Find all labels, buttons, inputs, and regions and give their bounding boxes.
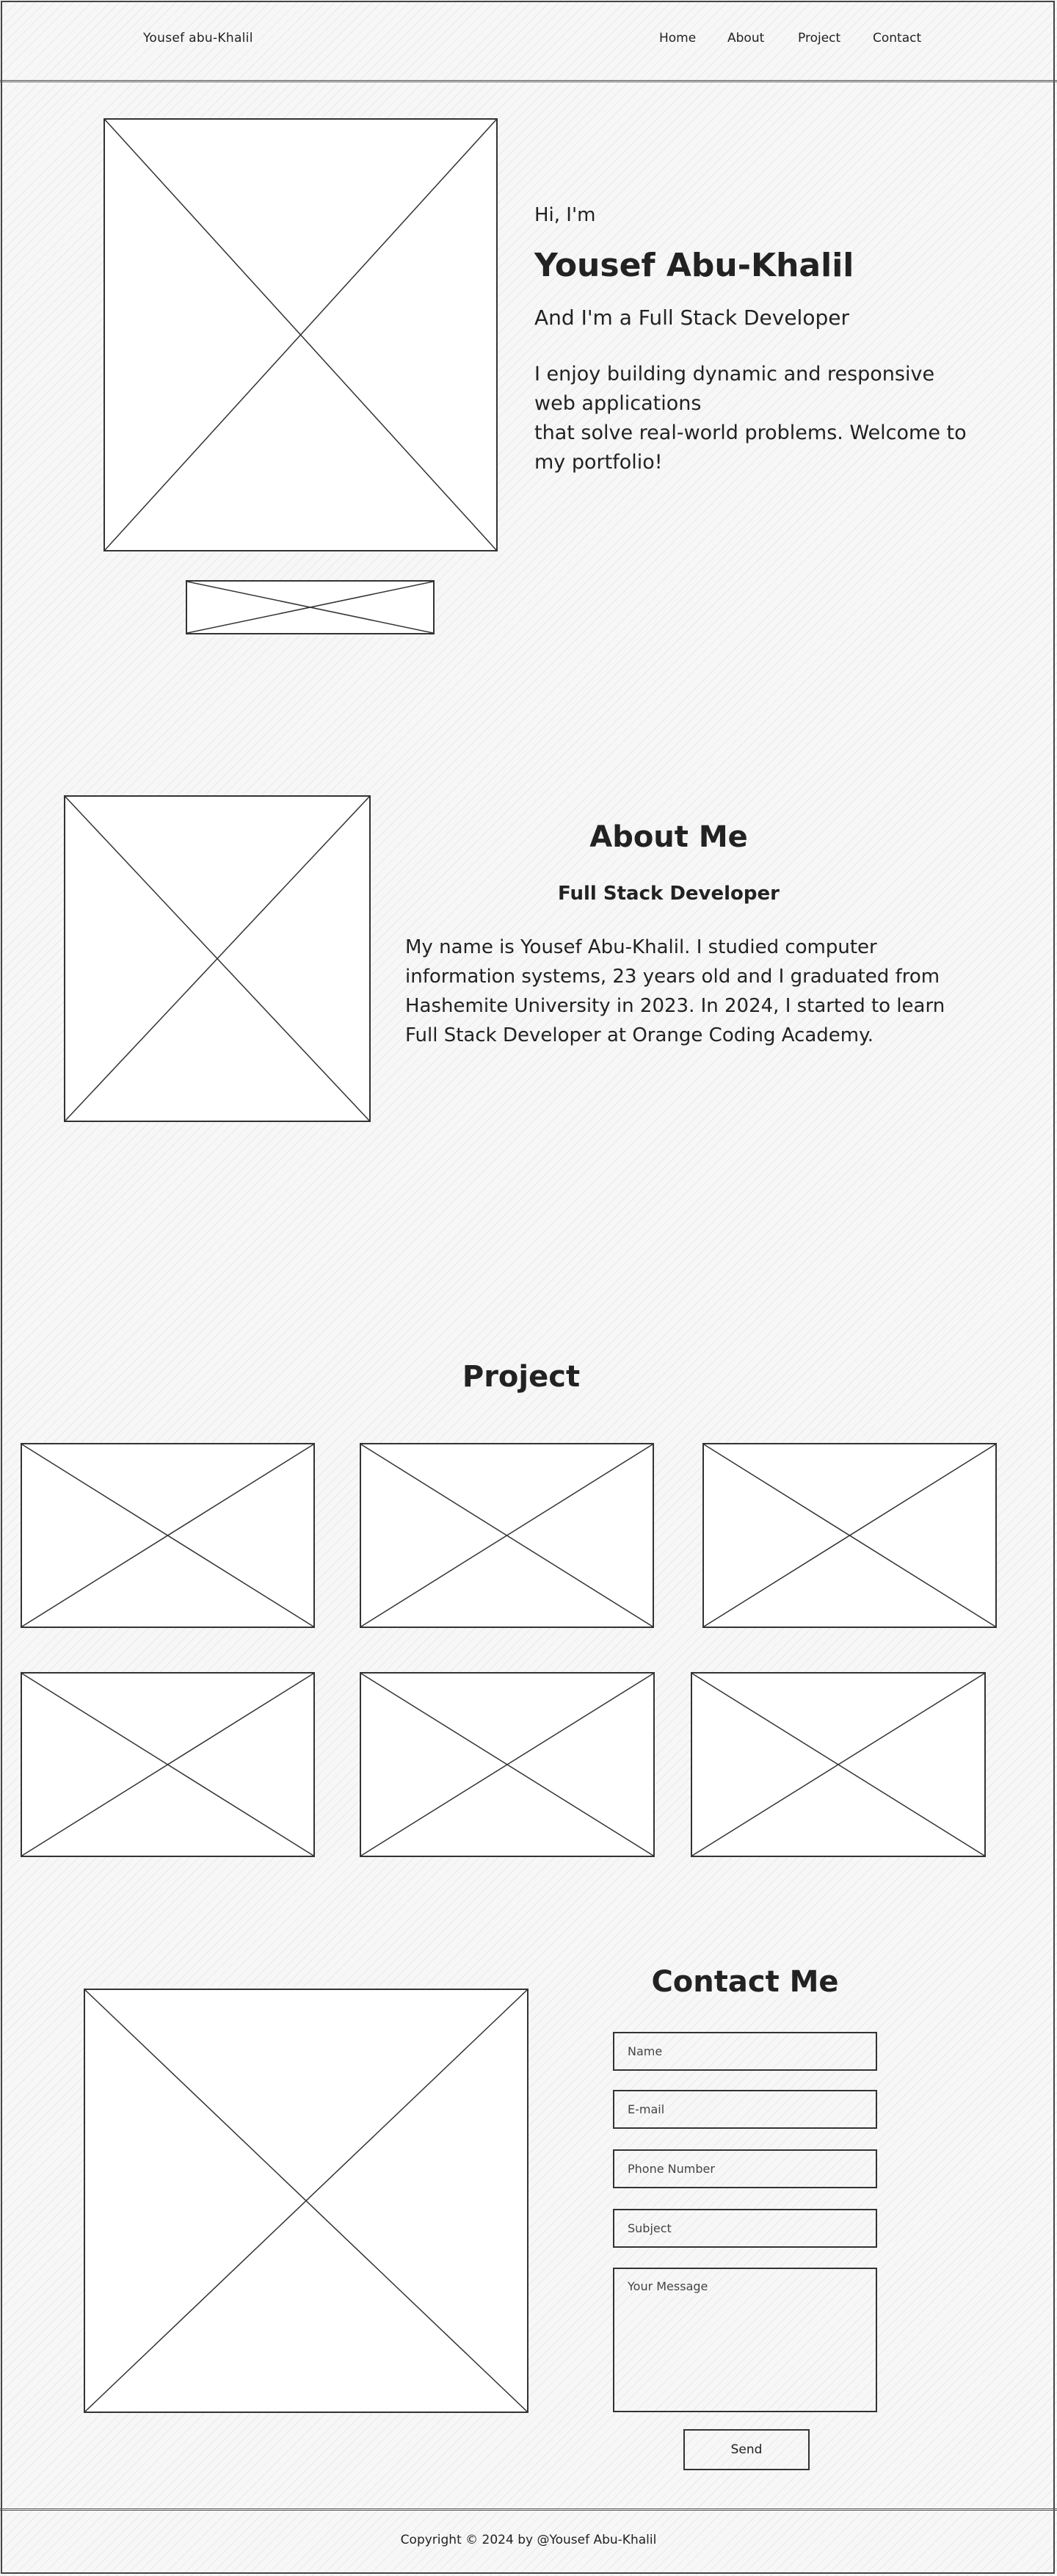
hero-image-placeholder	[103, 118, 498, 551]
project-card-placeholder[interactable]	[360, 1443, 654, 1628]
about-text: My name is Yousef Abu-Khalil. I studied …	[405, 936, 945, 1046]
project-card-placeholder[interactable]	[702, 1443, 997, 1628]
copyright-text: Copyright © 2024 by @Yousef Abu-Khalil	[400, 2533, 657, 2547]
hero-bio-line: I enjoy building dynamic and responsive …	[534, 363, 935, 415]
nav-link-home[interactable]: Home	[659, 31, 696, 46]
header: Yousef abu-Khalil Home About Project Con…	[0, 0, 1057, 82]
hero-name: Yousef Abu-Khalil	[534, 247, 854, 284]
message-textarea[interactable]	[613, 2268, 877, 2412]
about-image-placeholder	[64, 795, 371, 1122]
nav-link-project[interactable]: Project	[798, 31, 840, 46]
email-input[interactable]	[613, 2090, 877, 2129]
contact-title: Contact Me	[651, 1965, 839, 1999]
hero-role: And I'm a Full Stack Developer	[534, 305, 849, 330]
phone-input[interactable]	[613, 2149, 877, 2188]
name-input[interactable]	[613, 2032, 877, 2071]
send-button[interactable]: Send	[683, 2429, 810, 2470]
contact-image-placeholder	[84, 1989, 528, 2413]
hero-bio: I enjoy building dynamic and responsive …	[534, 360, 975, 477]
project-card-placeholder[interactable]	[360, 1672, 655, 1857]
hero-bio-line: that solve real-world problems. Welcome …	[534, 422, 967, 474]
about-subtitle: Full Stack Developer	[558, 883, 780, 905]
nav-link-contact[interactable]: Contact	[873, 31, 921, 46]
project-card-placeholder[interactable]	[691, 1672, 986, 1857]
about-title: About Me	[589, 820, 748, 854]
hero-greeting: Hi, I'm	[534, 204, 596, 226]
brand-logo-text[interactable]: Yousef abu-Khalil	[143, 31, 253, 46]
project-card-placeholder[interactable]	[21, 1443, 315, 1628]
projects-title: Project	[462, 1360, 581, 1394]
subject-input[interactable]	[613, 2209, 877, 2248]
nav-link-about[interactable]: About	[727, 31, 764, 46]
hero-button-placeholder[interactable]	[186, 580, 435, 634]
footer: Copyright © 2024 by @Yousef Abu-Khalil	[0, 2508, 1057, 2576]
project-card-placeholder[interactable]	[21, 1672, 315, 1857]
